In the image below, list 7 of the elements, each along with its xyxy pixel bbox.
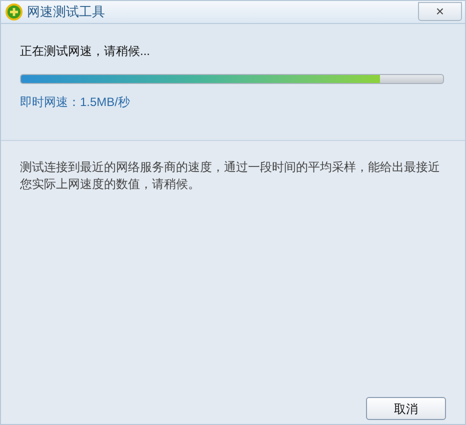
plus-icon [5,3,23,21]
close-button[interactable]: × [418,2,462,20]
cancel-button[interactable]: 取消 [366,397,446,420]
speed-text: 即时网速：1.5MB/秒 [20,94,132,110]
description-text: 测试连接到最近的网络服务商的速度，通过一段时间的平均采样，能给出最接近您实际上网速度的数值，请稍候。 [20,159,441,193]
status-text: 正在测试网速，请稍候... [20,43,152,59]
window-title: 网速测试工具 [27,3,105,22]
